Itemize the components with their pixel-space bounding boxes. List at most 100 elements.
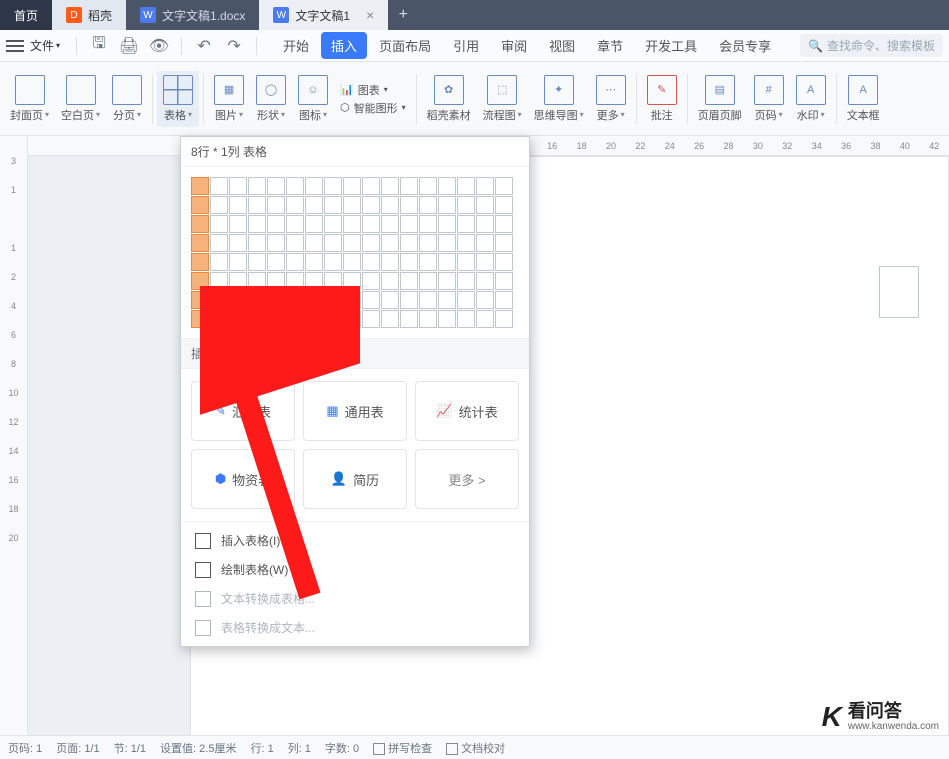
grid-cell[interactable] (476, 215, 494, 233)
grid-cell[interactable] (495, 291, 513, 309)
grid-cell[interactable] (457, 291, 475, 309)
grid-cell[interactable] (438, 253, 456, 271)
grid-cell[interactable] (495, 177, 513, 195)
grid-cell[interactable] (191, 253, 209, 271)
grid-cell[interactable] (476, 291, 494, 309)
grid-cell[interactable] (305, 215, 323, 233)
grid-cell[interactable] (324, 177, 342, 195)
ribbon-mindmap[interactable]: ✦思维导图▾ (528, 71, 590, 127)
grid-cell[interactable] (362, 253, 380, 271)
grid-cell[interactable] (324, 215, 342, 233)
grid-cell[interactable] (267, 177, 285, 195)
grid-cell[interactable] (210, 215, 228, 233)
card-inventory[interactable]: ⬢物资表 (191, 449, 295, 509)
grid-cell[interactable] (362, 272, 380, 290)
grid-cell[interactable] (191, 177, 209, 195)
grid-cell[interactable] (400, 272, 418, 290)
grid-cell[interactable] (362, 291, 380, 309)
menu-start[interactable]: 开始 (273, 32, 319, 59)
grid-cell[interactable] (191, 272, 209, 290)
menu-view[interactable]: 视图 (539, 32, 585, 59)
grid-cell[interactable] (248, 310, 266, 328)
ribbon-pagenum[interactable]: #页码▾ (748, 71, 790, 127)
grid-cell[interactable] (248, 196, 266, 214)
grid-cell[interactable] (438, 196, 456, 214)
grid-cell[interactable] (305, 177, 323, 195)
grid-cell[interactable] (362, 234, 380, 252)
grid-cell[interactable] (495, 196, 513, 214)
grid-cell[interactable] (419, 234, 437, 252)
ribbon-cover[interactable]: 封面页▾ (4, 71, 55, 127)
grid-cell[interactable] (343, 196, 361, 214)
grid-cell[interactable] (381, 253, 399, 271)
grid-cell[interactable] (229, 177, 247, 195)
close-icon[interactable]: × (366, 7, 374, 23)
grid-cell[interactable] (438, 234, 456, 252)
grid-cell[interactable] (457, 253, 475, 271)
grid-cell[interactable] (286, 215, 304, 233)
grid-cell[interactable] (191, 196, 209, 214)
card-report[interactable]: ✎汇报表 (191, 381, 295, 441)
grid-cell[interactable] (286, 272, 304, 290)
grid-cell[interactable] (495, 234, 513, 252)
grid-cell[interactable] (324, 234, 342, 252)
grid-cell[interactable] (191, 215, 209, 233)
grid-cell[interactable] (248, 291, 266, 309)
grid-cell[interactable] (400, 196, 418, 214)
grid-cell[interactable] (248, 234, 266, 252)
grid-cell[interactable] (419, 177, 437, 195)
card-general[interactable]: ▦通用表 (303, 381, 407, 441)
grid-cell[interactable] (438, 215, 456, 233)
grid-cell[interactable] (495, 253, 513, 271)
grid-cell[interactable] (267, 272, 285, 290)
card-resume[interactable]: 👤简历 (303, 449, 407, 509)
grid-cell[interactable] (267, 234, 285, 252)
grid-cell[interactable] (457, 196, 475, 214)
grid-cell[interactable] (267, 253, 285, 271)
grid-cell[interactable] (248, 215, 266, 233)
grid-cell[interactable] (324, 310, 342, 328)
grid-cell[interactable] (324, 196, 342, 214)
add-tab-button[interactable]: + (388, 0, 418, 30)
grid-cell[interactable] (438, 177, 456, 195)
grid-cell[interactable] (191, 234, 209, 252)
grid-cell[interactable] (267, 291, 285, 309)
menu-dev[interactable]: 开发工具 (635, 32, 707, 59)
grid-cell[interactable] (343, 234, 361, 252)
grid-cell[interactable] (267, 215, 285, 233)
grid-cell[interactable] (210, 196, 228, 214)
grid-cell[interactable] (495, 310, 513, 328)
grid-cell[interactable] (419, 291, 437, 309)
grid-cell[interactable] (210, 310, 228, 328)
grid-cell[interactable] (419, 310, 437, 328)
grid-cell[interactable] (400, 234, 418, 252)
grid-cell[interactable] (210, 272, 228, 290)
grid-cell[interactable] (476, 272, 494, 290)
card-stats[interactable]: 📈统计表 (415, 381, 519, 441)
grid-cell[interactable] (457, 310, 475, 328)
grid-cell[interactable] (457, 234, 475, 252)
ribbon-shape[interactable]: ◯形状▾ (250, 71, 292, 127)
grid-cell[interactable] (305, 234, 323, 252)
grid-cell[interactable] (210, 234, 228, 252)
grid-cell[interactable] (229, 234, 247, 252)
grid-cell[interactable] (286, 177, 304, 195)
grid-cell[interactable] (324, 272, 342, 290)
tab-home[interactable]: 首页 (0, 0, 52, 30)
grid-cell[interactable] (438, 291, 456, 309)
grid-cell[interactable] (438, 272, 456, 290)
tab-daoke[interactable]: D稻壳 (52, 0, 126, 30)
grid-cell[interactable] (324, 253, 342, 271)
search-input[interactable]: 🔍 查找命令、搜索模板 (800, 34, 943, 57)
grid-cell[interactable] (400, 310, 418, 328)
menu-review[interactable]: 审阅 (491, 32, 537, 59)
status-spellcheck[interactable]: 拼写检查 (373, 740, 432, 756)
grid-cell[interactable] (457, 215, 475, 233)
grid-cell[interactable] (343, 310, 361, 328)
menu-insert[interactable]: 插入 (321, 32, 367, 59)
ribbon-flowchart[interactable]: ⬚流程图▾ (477, 71, 528, 127)
grid-cell[interactable] (438, 310, 456, 328)
grid-cell[interactable] (343, 272, 361, 290)
grid-cell[interactable] (381, 196, 399, 214)
grid-cell[interactable] (457, 272, 475, 290)
